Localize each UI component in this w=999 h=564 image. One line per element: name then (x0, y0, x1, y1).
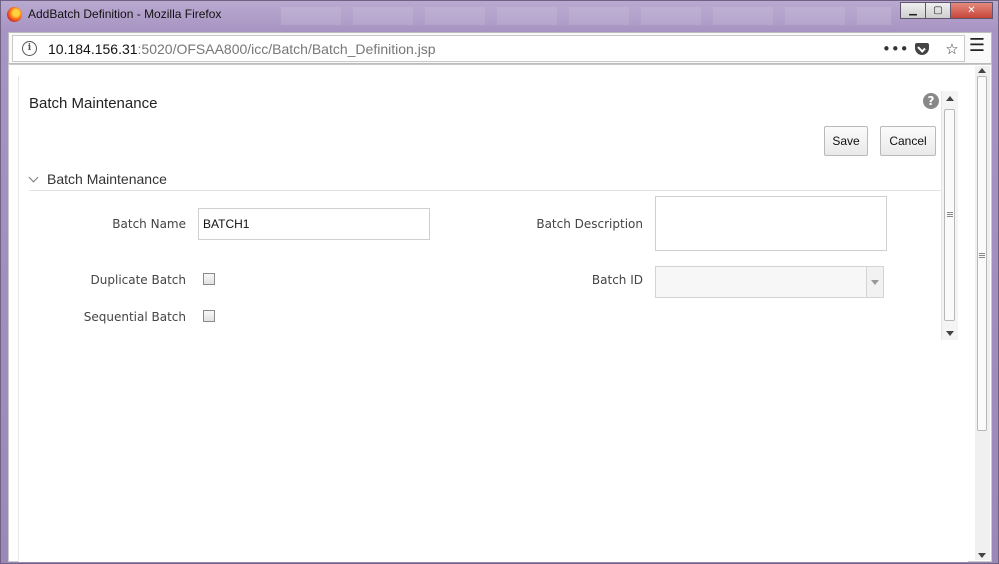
maximize-button[interactable]: ▢ (925, 2, 951, 19)
window-title: AddBatch Definition - Mozilla Firefox (28, 7, 222, 21)
batch-name-input[interactable]: BATCH1 (198, 208, 430, 240)
navigation-bar: i 10.184.156.31:5020/OFSAA800/icc/Batch/… (8, 32, 992, 64)
url-bar-actions: ••• ☆ (882, 40, 962, 58)
url-path: :5020/OFSAA800/icc/Batch/Batch_Definitio… (137, 41, 436, 57)
hamburger-menu-icon[interactable]: ☰ (969, 35, 985, 56)
info-icon[interactable]: i (22, 41, 37, 56)
page-content: Batch Maintenance ? Save Cancel Batch Ma… (8, 64, 992, 562)
browser-window: AddBatch Definition - Mozilla Firefox ▁ … (0, 0, 999, 564)
chevron-down-icon (866, 267, 883, 297)
bookmark-star-icon[interactable]: ☆ (942, 40, 962, 58)
save-button[interactable]: Save (824, 126, 868, 156)
panel-scrollbar-thumb[interactable] (944, 109, 955, 321)
sequential-batch-checkbox[interactable] (203, 310, 215, 322)
more-actions-icon[interactable]: ••• (882, 40, 909, 58)
window-controls: ▁ ▢ ✕ (900, 2, 993, 19)
firefox-icon (7, 7, 22, 22)
batch-id-select (655, 266, 884, 298)
scroll-down-arrow-icon[interactable] (978, 553, 986, 558)
cancel-button[interactable]: Cancel (880, 126, 936, 156)
url-text[interactable]: 10.184.156.31:5020/OFSAA800/icc/Batch/Ba… (48, 41, 436, 57)
panel-scrollbar[interactable] (941, 91, 958, 340)
sequential-batch-label: Sequential Batch (83, 310, 186, 324)
batch-description-textarea[interactable] (655, 196, 887, 251)
title-bar: AddBatch Definition - Mozilla Firefox ▁ … (1, 1, 998, 29)
close-button[interactable]: ✕ (950, 2, 993, 19)
page-title: Batch Maintenance (29, 95, 158, 112)
url-host: 10.184.156.31 (48, 41, 138, 57)
scroll-up-arrow-icon[interactable] (946, 96, 954, 101)
duplicate-batch-checkbox[interactable] (203, 273, 215, 285)
pocket-icon[interactable] (915, 43, 929, 55)
batch-name-label: Batch Name (112, 217, 186, 231)
batch-id-label: Batch ID (591, 273, 643, 287)
page-scrollbar-thumb[interactable] (977, 76, 987, 431)
batch-maintenance-panel: Batch Maintenance ? Save Cancel Batch Ma… (18, 76, 968, 562)
minimize-button[interactable]: ▁ (900, 2, 926, 19)
chevron-down-icon[interactable] (28, 172, 39, 183)
url-bar[interactable]: i 10.184.156.31:5020/OFSAA800/icc/Batch/… (12, 35, 965, 62)
scroll-up-arrow-icon[interactable] (978, 68, 986, 73)
help-icon[interactable]: ? (923, 93, 939, 109)
page-scrollbar[interactable] (975, 66, 990, 560)
scroll-down-arrow-icon[interactable] (946, 331, 954, 336)
batch-description-label: Batch Description (536, 217, 643, 231)
title-bar-background (281, 7, 891, 25)
duplicate-batch-label: Duplicate Batch (90, 273, 186, 287)
section-title: Batch Maintenance (47, 171, 167, 187)
section-header[interactable]: Batch Maintenance (28, 170, 949, 191)
